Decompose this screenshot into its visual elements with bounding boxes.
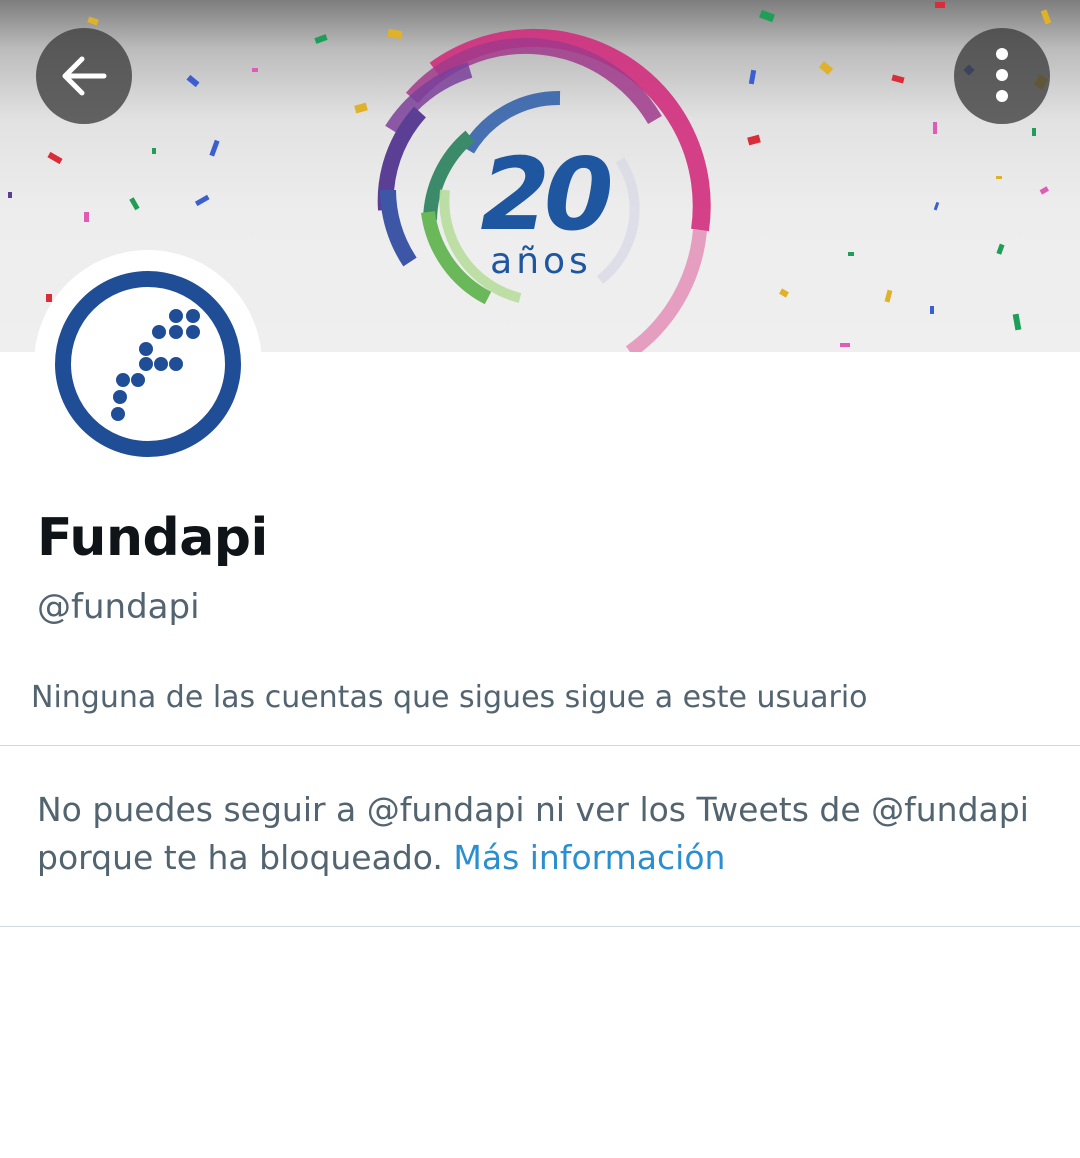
anniversary-number: 20 — [480, 136, 613, 253]
followers-you-know-note: Ninguna de las cuentas que sigues sigue … — [31, 680, 868, 715]
divider — [0, 745, 1080, 746]
username-handle: @fundapi — [37, 587, 200, 627]
arrow-left-icon — [62, 56, 107, 96]
avatar[interactable] — [34, 250, 262, 478]
blocked-notice: No puedes seguir a @fundapi ni ver los T… — [37, 786, 1047, 882]
back-button[interactable] — [36, 28, 132, 124]
anniversary-label: años — [490, 241, 592, 282]
more-options-button[interactable] — [954, 28, 1050, 124]
display-name: Fundapi — [37, 508, 268, 568]
more-info-link[interactable]: Más información — [453, 838, 725, 877]
divider — [0, 926, 1080, 927]
fundapi-logo-icon — [55, 271, 241, 457]
more-vertical-icon — [996, 48, 1008, 102]
